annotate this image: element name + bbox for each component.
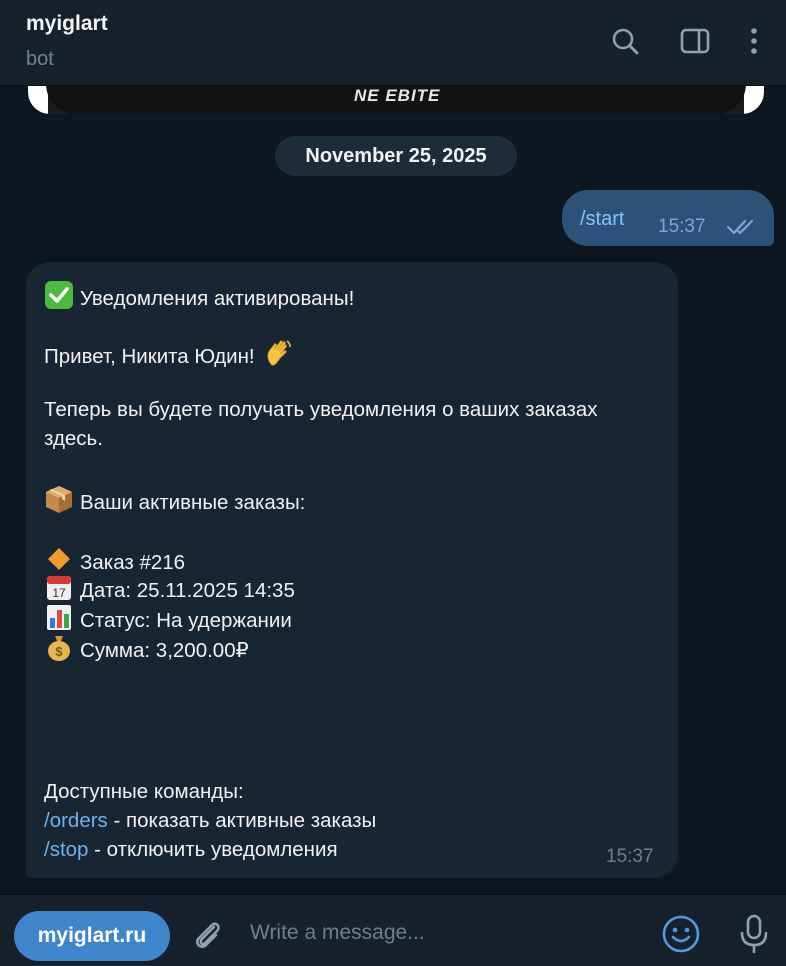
search-icon[interactable] xyxy=(610,26,640,56)
order-sum: Сумма: 3,200.00₽ xyxy=(80,639,249,662)
message-list[interactable]: NE EBITE November 25, 2025 /start 15:37 … xyxy=(0,86,786,894)
active-orders-title: Ваши активные заказы: xyxy=(80,491,306,514)
smile-icon[interactable] xyxy=(660,913,702,955)
message-composer: myiglart.ru xyxy=(0,894,786,966)
double-check-icon xyxy=(726,218,756,236)
media-border-right xyxy=(744,86,764,114)
commands-title: Доступные команды: xyxy=(44,780,244,803)
order-date: Дата: 25.11.2025 14:35 xyxy=(80,579,295,602)
outgoing-message-text[interactable]: /start xyxy=(580,208,624,231)
order-number-line: Заказ #216 xyxy=(44,544,185,575)
orders-command-desc: - показать активные заказы xyxy=(107,809,377,832)
orders-command-link[interactable]: /orders xyxy=(44,809,108,832)
svg-text:$: $ xyxy=(55,644,63,659)
message-input[interactable] xyxy=(250,915,630,951)
calendar-icon: 17 xyxy=(44,572,74,602)
greeting-text: Привет, Никита Юдин! xyxy=(44,345,255,368)
order-date-line: 17 Дата: 25.11.2025 14:35 xyxy=(44,572,295,603)
message-line-activated: Уведомления активированы! xyxy=(44,280,354,311)
chat-title[interactable]: myiglart xyxy=(26,12,108,36)
outgoing-message[interactable]: /start 15:37 xyxy=(562,190,774,246)
message-line-info-2: здесь. xyxy=(44,427,103,450)
media-border-left xyxy=(28,86,48,114)
command-line-stop: /stop - отключить уведомления xyxy=(44,838,338,862)
date-separator: November 25, 2025 xyxy=(275,136,517,176)
incoming-message[interactable]: Уведомления активированы! Привет, Никита… xyxy=(26,262,678,878)
svg-text:17: 17 xyxy=(52,586,66,600)
message-line-info-1: Теперь вы будете получать уведомления о … xyxy=(44,398,598,421)
activated-text: Уведомления активированы! xyxy=(80,287,355,310)
sidebar-toggle-icon[interactable] xyxy=(680,26,710,56)
order-sum-line: $ Сумма: 3,200.00₽ xyxy=(44,632,249,663)
chat-header: myiglart bot xyxy=(0,0,786,86)
outgoing-message-time: 15:37 xyxy=(658,216,706,237)
microphone-icon[interactable] xyxy=(736,913,772,955)
orange-diamond-icon xyxy=(44,544,74,574)
paperclip-icon[interactable] xyxy=(188,915,228,955)
order-number: Заказ #216 xyxy=(80,551,186,574)
media-preview[interactable]: NE EBITE xyxy=(28,86,764,114)
order-status-line: Статус: На удержании xyxy=(44,602,292,633)
message-line-greeting: Привет, Никита Юдин! xyxy=(44,338,300,369)
check-mark-icon xyxy=(44,280,74,310)
bot-site-button[interactable]: myiglart.ru xyxy=(14,911,170,961)
waving-hand-icon xyxy=(264,338,294,368)
bar-chart-icon xyxy=(44,602,74,632)
package-icon xyxy=(44,484,74,514)
order-status: Статус: На удержании xyxy=(80,609,292,632)
chat-subtitle: bot xyxy=(26,48,54,70)
stop-command-desc: - отключить уведомления xyxy=(88,838,338,861)
message-line-active-orders: Ваши активные заказы: xyxy=(44,484,305,515)
incoming-message-time: 15:37 xyxy=(606,846,654,867)
command-line-orders: /orders - показать активные заказы xyxy=(44,809,376,833)
stop-command-link[interactable]: /stop xyxy=(44,838,88,861)
more-vertical-icon[interactable] xyxy=(742,26,766,56)
media-caption-art: NE EBITE xyxy=(354,86,441,105)
money-bag-icon: $ xyxy=(44,632,74,662)
